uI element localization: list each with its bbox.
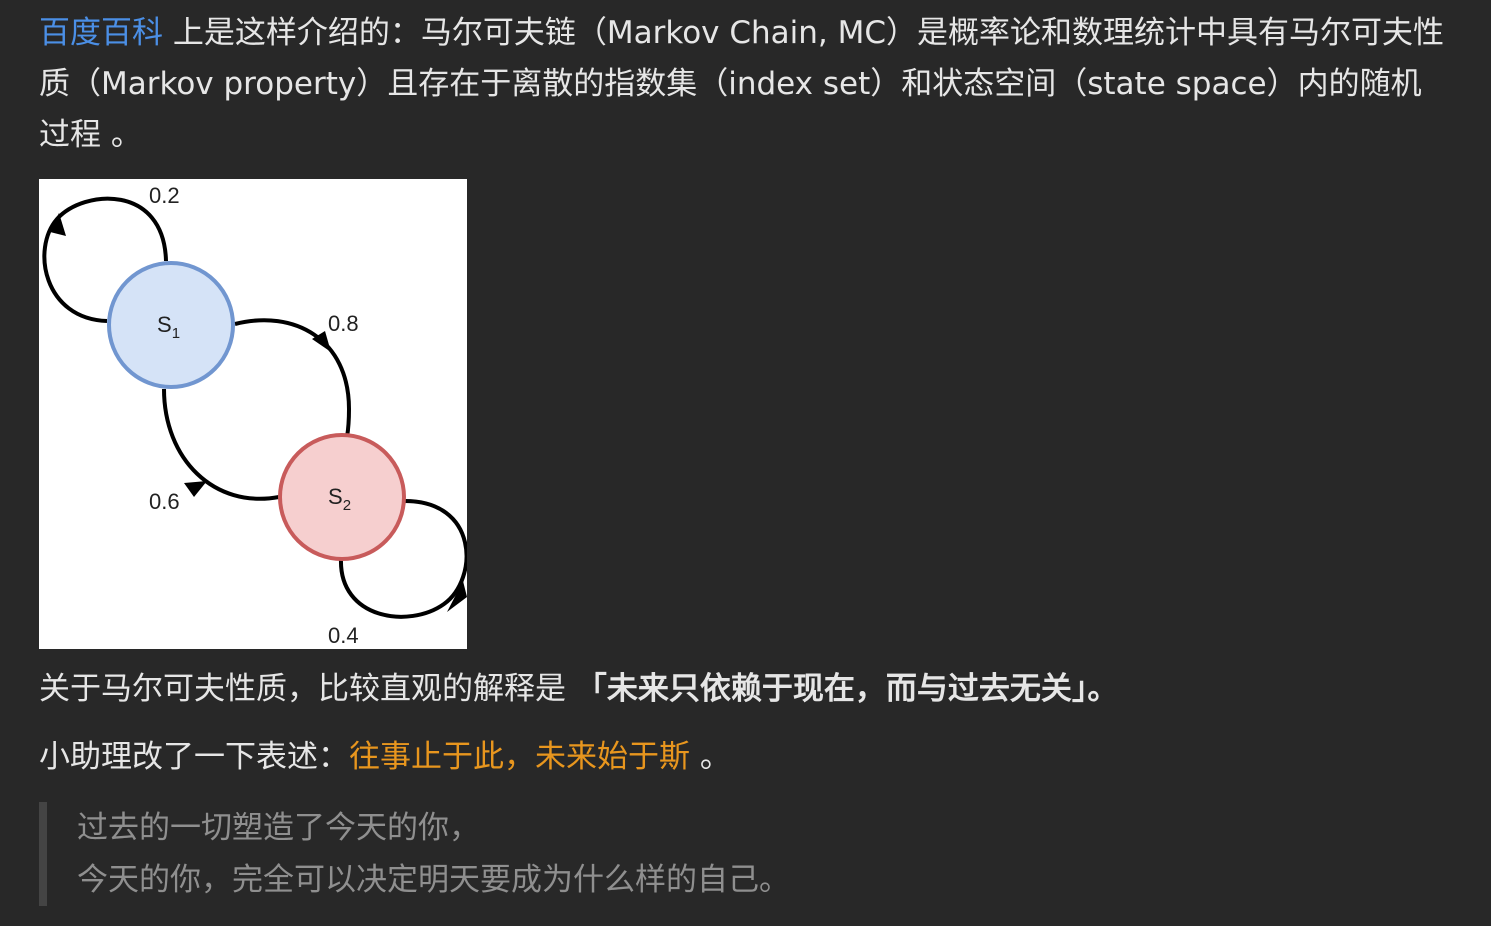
s2-to-s1-arrow <box>162 388 280 501</box>
assistant-paragraph: 小助理改了一下表述：往事止于此，未来始于斯 。 <box>39 732 1451 783</box>
assistant-highlight: 往事止于此，未来始于斯 <box>349 739 690 775</box>
markov-chain-diagram: S1 S2 0.2 0.8 0.6 0.4 <box>39 179 467 649</box>
prob-label-s2-s2: 0.4 <box>328 623 359 648</box>
quote-line-1: 过去的一切塑造了今天的你， <box>77 810 480 846</box>
prob-label-s1-s1: 0.2 <box>149 183 180 208</box>
s1-to-s2-arrow <box>234 318 352 438</box>
markov-property-paragraph: 关于马尔可夫性质，比较直观的解释是 「未来只依赖于现在，而与过去无关」。 <box>39 664 1451 715</box>
prob-label-s2-s1: 0.6 <box>149 489 180 514</box>
prob-label-s1-s2: 0.8 <box>328 311 359 336</box>
s2-to-s1-arrowhead <box>184 481 207 497</box>
property-text: 关于马尔可夫性质，比较直观的解释是 <box>39 671 576 707</box>
property-bold-quote: 「未来只依赖于现在，而与过去无关」。 <box>575 671 1119 707</box>
quote-line-2: 今天的你，完全可以决定明天要成为什么样的自己。 <box>77 862 790 898</box>
intro-text: 上是这样介绍的：马尔可夫链（Markov Chain, MC）是概率论和数理统计… <box>39 15 1445 153</box>
article-content: 百度百科 上是这样介绍的：马尔可夫链（Markov Chain, MC）是概率论… <box>39 8 1451 906</box>
assistant-text: 小助理改了一下表述： <box>39 739 349 775</box>
assistant-tail: 。 <box>690 739 731 775</box>
intro-paragraph: 百度百科 上是这样介绍的：马尔可夫链（Markov Chain, MC）是概率论… <box>39 8 1451 161</box>
markov-diagram-svg: S1 S2 0.2 0.8 0.6 0.4 <box>42 183 467 648</box>
baidu-baike-link[interactable]: 百度百科 <box>39 15 163 51</box>
blockquote: 过去的一切塑造了今天的你， 今天的你，完全可以决定明天要成为什么样的自己。 <box>39 802 1451 906</box>
